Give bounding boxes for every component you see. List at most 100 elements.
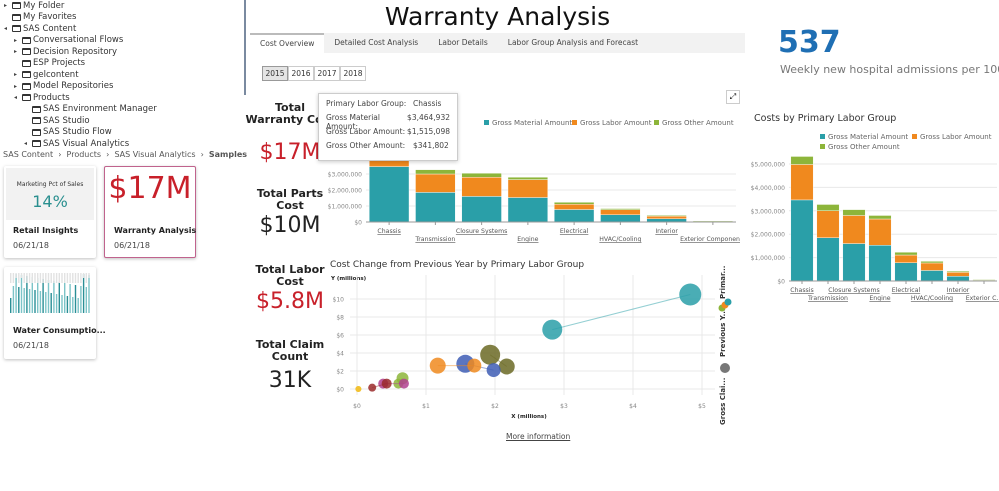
x-tick-label[interactable]: Electrical	[892, 287, 921, 294]
x-tick-label[interactable]: Exterior Components	[680, 236, 740, 243]
breadcrumb-item[interactable]: SAS Content	[3, 150, 53, 159]
thumb-bar	[69, 284, 71, 313]
tree-item[interactable]: ◂ SAS Content	[4, 23, 76, 34]
bar-segment	[600, 214, 641, 223]
bar-segment	[415, 169, 456, 175]
report-card-warranty-analysis[interactable]: $17M Warranty Analysis 06/21/18	[104, 166, 196, 258]
tab[interactable]: Labor Details	[428, 33, 498, 53]
thumb-bar	[64, 273, 66, 283]
breadcrumb: SAS Content › Products › SAS Visual Anal…	[3, 150, 248, 159]
year-button[interactable]: 2017	[314, 66, 340, 81]
x-tick-label[interactable]: Electrical	[560, 228, 589, 235]
y-tick-label: $2,000,000	[751, 232, 786, 239]
year-button[interactable]: 2018	[340, 66, 366, 81]
thumb-bar	[53, 273, 55, 283]
folder-icon	[22, 94, 31, 101]
thumb-bar	[82, 273, 85, 278]
x-tick-label[interactable]: HVAC/Cooling	[599, 236, 641, 243]
bar-segment	[507, 176, 548, 180]
folder-icon	[22, 82, 31, 90]
card-title: Retail Insights	[13, 226, 79, 235]
bar-segment	[816, 237, 840, 282]
x-tick-label: $2	[491, 403, 499, 410]
bar-segment	[894, 254, 918, 263]
side-kpi-label: Weekly new hospital admissions per 100k	[780, 63, 999, 76]
tab[interactable]: Labor Group Analysis and Forecast	[498, 33, 648, 53]
x-tick-label: $1	[422, 403, 430, 410]
more-information-link[interactable]: More information	[506, 432, 570, 441]
tree-item[interactable]: SAS Studio Flow	[24, 127, 112, 138]
tree-item[interactable]: ◂ SAS Visual Analytics	[24, 138, 129, 149]
report-card-retail-insights[interactable]: Marketing Pct of Sales 14% Retail Insigh…	[4, 166, 96, 258]
legend-swatch	[820, 134, 825, 139]
bubble-current-year	[368, 383, 377, 392]
tree-item-label: SAS Visual Analytics	[43, 138, 130, 149]
tooltip-row: Gross Labor Amount: $1,515,098	[326, 127, 450, 141]
x-tick-label[interactable]: Transmission	[414, 236, 455, 243]
x-tick-label[interactable]: Chassis	[790, 287, 813, 294]
card-date: 06/21/18	[13, 341, 49, 350]
thumb-bar	[15, 274, 17, 313]
tree-item[interactable]: ▸ Conversational Flows	[14, 35, 123, 46]
collapsed-arrow-icon[interactable]: ▸	[4, 2, 10, 9]
thumb-bar	[55, 273, 58, 283]
tree-item[interactable]: ▸ Model Repositories	[14, 81, 113, 92]
bar-segment	[946, 272, 970, 277]
tab[interactable]: Cost Overview	[250, 33, 325, 53]
x-axis-label: X (millions)	[511, 414, 547, 420]
expanded-arrow-icon[interactable]: ◂	[4, 25, 10, 32]
y-tick-label: $2,000,000	[328, 188, 363, 195]
x-tick-label[interactable]: HVAC/Cooling	[911, 295, 953, 302]
tree-item[interactable]: My Favorites	[4, 12, 76, 23]
tree-item-label: gelcontent	[33, 69, 79, 80]
breadcrumb-item[interactable]: SAS Visual Analytics	[114, 150, 195, 159]
tree-item[interactable]: ◂ Products	[14, 92, 70, 103]
x-tick-label[interactable]: Engine	[869, 295, 890, 302]
tree-item[interactable]: ▸ Decision Repository	[14, 46, 117, 57]
tab[interactable]: Detailed Cost Analysis	[324, 33, 428, 53]
collapsed-arrow-icon[interactable]: ▸	[14, 48, 20, 55]
y-tick-label: $5,000,000	[751, 162, 786, 169]
tooltip-row: Primary Labor Group: Chassis	[326, 99, 450, 113]
y-tick-label: $1,000,000	[751, 255, 786, 262]
collapsed-arrow-icon[interactable]: ▸	[14, 83, 20, 90]
tree-item-label: SAS Environment Manager	[43, 104, 157, 114]
collapsed-arrow-icon[interactable]: ▸	[14, 37, 20, 44]
folder-icon	[12, 13, 21, 21]
expanded-arrow-icon[interactable]: ◂	[24, 140, 30, 147]
legend-swatch	[820, 144, 825, 149]
x-tick-label[interactable]: Engine	[517, 236, 538, 243]
tree-item[interactable]: SAS Environment Manager	[24, 104, 157, 115]
folder-icon	[32, 128, 41, 136]
folder-icon	[32, 140, 41, 147]
x-tick-label[interactable]: Closure Systems	[828, 287, 879, 294]
year-button[interactable]: 2015	[262, 66, 288, 81]
thumb-bar	[39, 273, 42, 283]
y-tick-label: $4,000,000	[751, 185, 786, 192]
thumb-bar	[72, 273, 74, 283]
thumb-bar	[18, 287, 20, 313]
chart-title: Cost Change from Previous Year by Primar…	[330, 260, 584, 270]
year-button[interactable]: 2016	[288, 66, 314, 81]
tree-item[interactable]: ESP Projects	[14, 58, 85, 69]
tree-item[interactable]: ▸ My Folder	[4, 0, 64, 11]
report-card-water-consumption[interactable]: Water Consumptio... 06/21/18	[4, 267, 106, 359]
tree-item[interactable]: ▸ gelcontent	[14, 69, 79, 80]
bar-segment	[920, 261, 944, 264]
thumb-label: Marketing Pct of Sales	[16, 181, 84, 188]
breadcrumb-item[interactable]: Products	[67, 150, 102, 159]
collapsed-arrow-icon[interactable]: ▸	[14, 71, 20, 78]
x-tick-label[interactable]: Interior	[655, 228, 678, 235]
expanded-arrow-icon[interactable]: ◂	[14, 94, 20, 101]
thumb-bar	[66, 273, 69, 283]
panel-divider[interactable]	[244, 0, 246, 95]
x-tick-label[interactable]: Exterior C...	[966, 295, 999, 302]
thumb-bar	[69, 273, 71, 283]
y-tick-label: $8	[336, 315, 344, 322]
x-tick-label[interactable]: Closure Systems	[456, 228, 507, 235]
x-tick-label[interactable]: Transmission	[807, 295, 848, 302]
x-tick-label[interactable]: Chassis	[377, 228, 400, 235]
thumb-bar	[80, 273, 82, 283]
tree-item[interactable]: SAS Studio	[24, 115, 90, 126]
x-tick-label[interactable]: Interior	[947, 287, 970, 294]
